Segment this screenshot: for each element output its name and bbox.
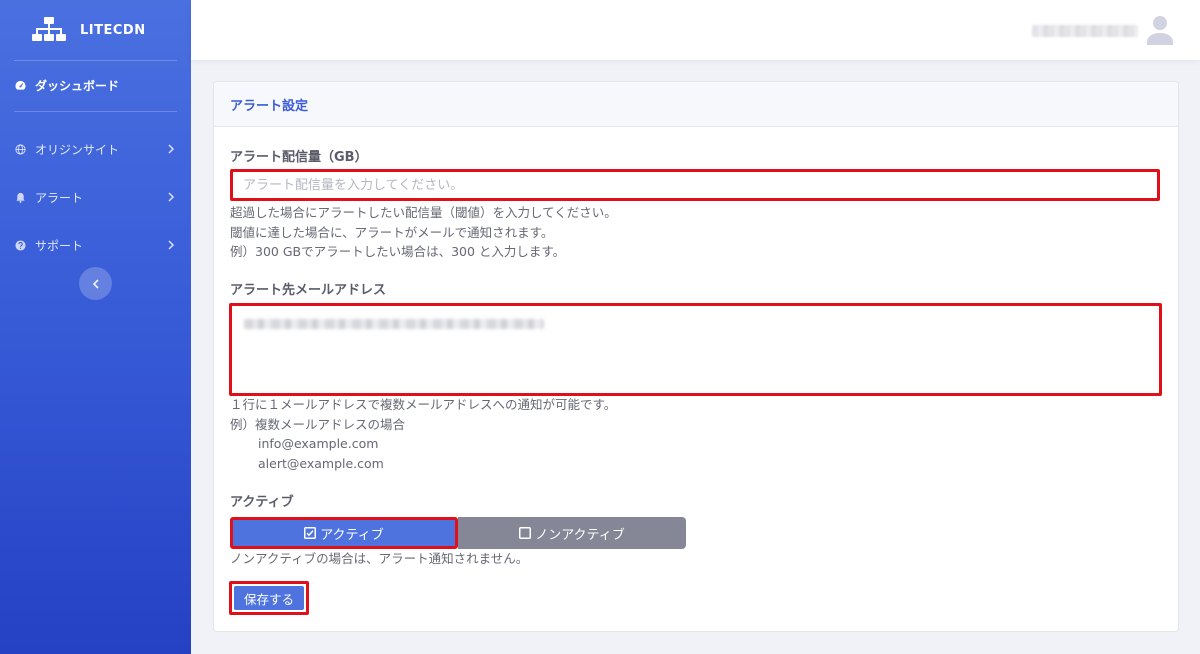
- example-email: alert@example.com: [258, 455, 384, 471]
- email-textarea-wrapper: [229, 303, 1162, 396]
- sidebar-item-alert[interactable]: アラート: [0, 173, 191, 221]
- gb-input[interactable]: [243, 177, 1157, 193]
- active-toggle-group: アクティブ ノンアクティブ: [230, 517, 686, 549]
- sidebar-item-origin-site[interactable]: オリジンサイト: [0, 125, 191, 173]
- question-icon: [15, 239, 26, 251]
- sidebar-item-support[interactable]: サポート: [0, 221, 191, 269]
- sidebar-item-label: サポート: [35, 238, 84, 253]
- chevron-right-icon: [168, 144, 175, 154]
- user-avatar-icon[interactable]: [1146, 15, 1174, 45]
- globe-icon: [15, 143, 26, 155]
- active-option-button[interactable]: アクティブ: [230, 517, 458, 549]
- chevron-right-icon: [168, 192, 175, 202]
- chevron-right-icon: [168, 240, 175, 250]
- gb-help-text: 超過した場合にアラートしたい配信量（閾値）を入力してください。 閾値に達した場合…: [230, 203, 617, 262]
- sidebar: LITECDN ダッシュボード オリジンサイト アラート サポート: [0, 0, 191, 654]
- help-line: 例）300 GBでアラートしたい場合は、300 と入力します。: [230, 244, 566, 259]
- sidebar-item-label: オリジンサイト: [35, 142, 120, 157]
- example-email: info@example.com: [258, 436, 379, 451]
- brand[interactable]: LITECDN: [0, 0, 191, 60]
- help-line: 例）複数メールアドレスの場合: [230, 416, 406, 432]
- sidebar-item-label: ダッシュボード: [35, 78, 120, 93]
- gb-input-wrapper: [230, 169, 1160, 201]
- topbar: [191, 0, 1200, 60]
- active-option-label: アクティブ: [320, 527, 384, 543]
- sidebar-collapse-button[interactable]: [79, 267, 112, 300]
- save-button[interactable]: 保存する: [234, 586, 304, 610]
- card-header: アラート設定: [214, 82, 1178, 127]
- email-help-text: １行に１メールアドレスで複数メールアドレスへの通知が可能です。 例）複数メールア…: [230, 395, 616, 473]
- help-line: 超過した場合にアラートしたい配信量（閾値）を入力してください。: [230, 205, 617, 220]
- brand-name: LITECDN: [80, 22, 146, 38]
- sidebar-item-label: アラート: [35, 190, 84, 205]
- sidebar-item-dashboard[interactable]: ダッシュボード: [0, 61, 191, 109]
- checkbox-empty-icon: [519, 527, 532, 539]
- network-icon: [32, 17, 66, 41]
- active-help-text: ノンアクティブの場合は、アラート通知されません。: [230, 551, 529, 566]
- save-button-wrapper: 保存する: [229, 581, 309, 615]
- help-line: 閾値に達した場合に、アラートがメールで通知されます。: [230, 224, 554, 240]
- email-value-redacted: [244, 319, 544, 329]
- alert-settings-card: アラート設定 アラート配信量（GB） 超過した場合にアラートしたい配信量（閾値）…: [213, 81, 1179, 632]
- user-name-redacted[interactable]: [1032, 25, 1138, 37]
- sidebar-divider: [14, 111, 177, 112]
- email-field-label: アラート先メールアドレス: [230, 283, 387, 298]
- chevron-left-icon: [92, 278, 99, 289]
- card-title: アラート設定: [230, 98, 309, 114]
- inactive-option-label: ノンアクティブ: [535, 527, 625, 543]
- inactive-option-button[interactable]: ノンアクティブ: [458, 517, 686, 549]
- help-line: １行に１メールアドレスで複数メールアドレスへの通知が可能です。: [230, 397, 617, 412]
- dashboard-icon: [15, 80, 26, 90]
- checkbox-checked-icon: [304, 527, 317, 539]
- active-field-label: アクティブ: [230, 495, 294, 510]
- gb-field-label: アラート配信量（GB）: [230, 150, 368, 165]
- bell-icon: [16, 192, 25, 203]
